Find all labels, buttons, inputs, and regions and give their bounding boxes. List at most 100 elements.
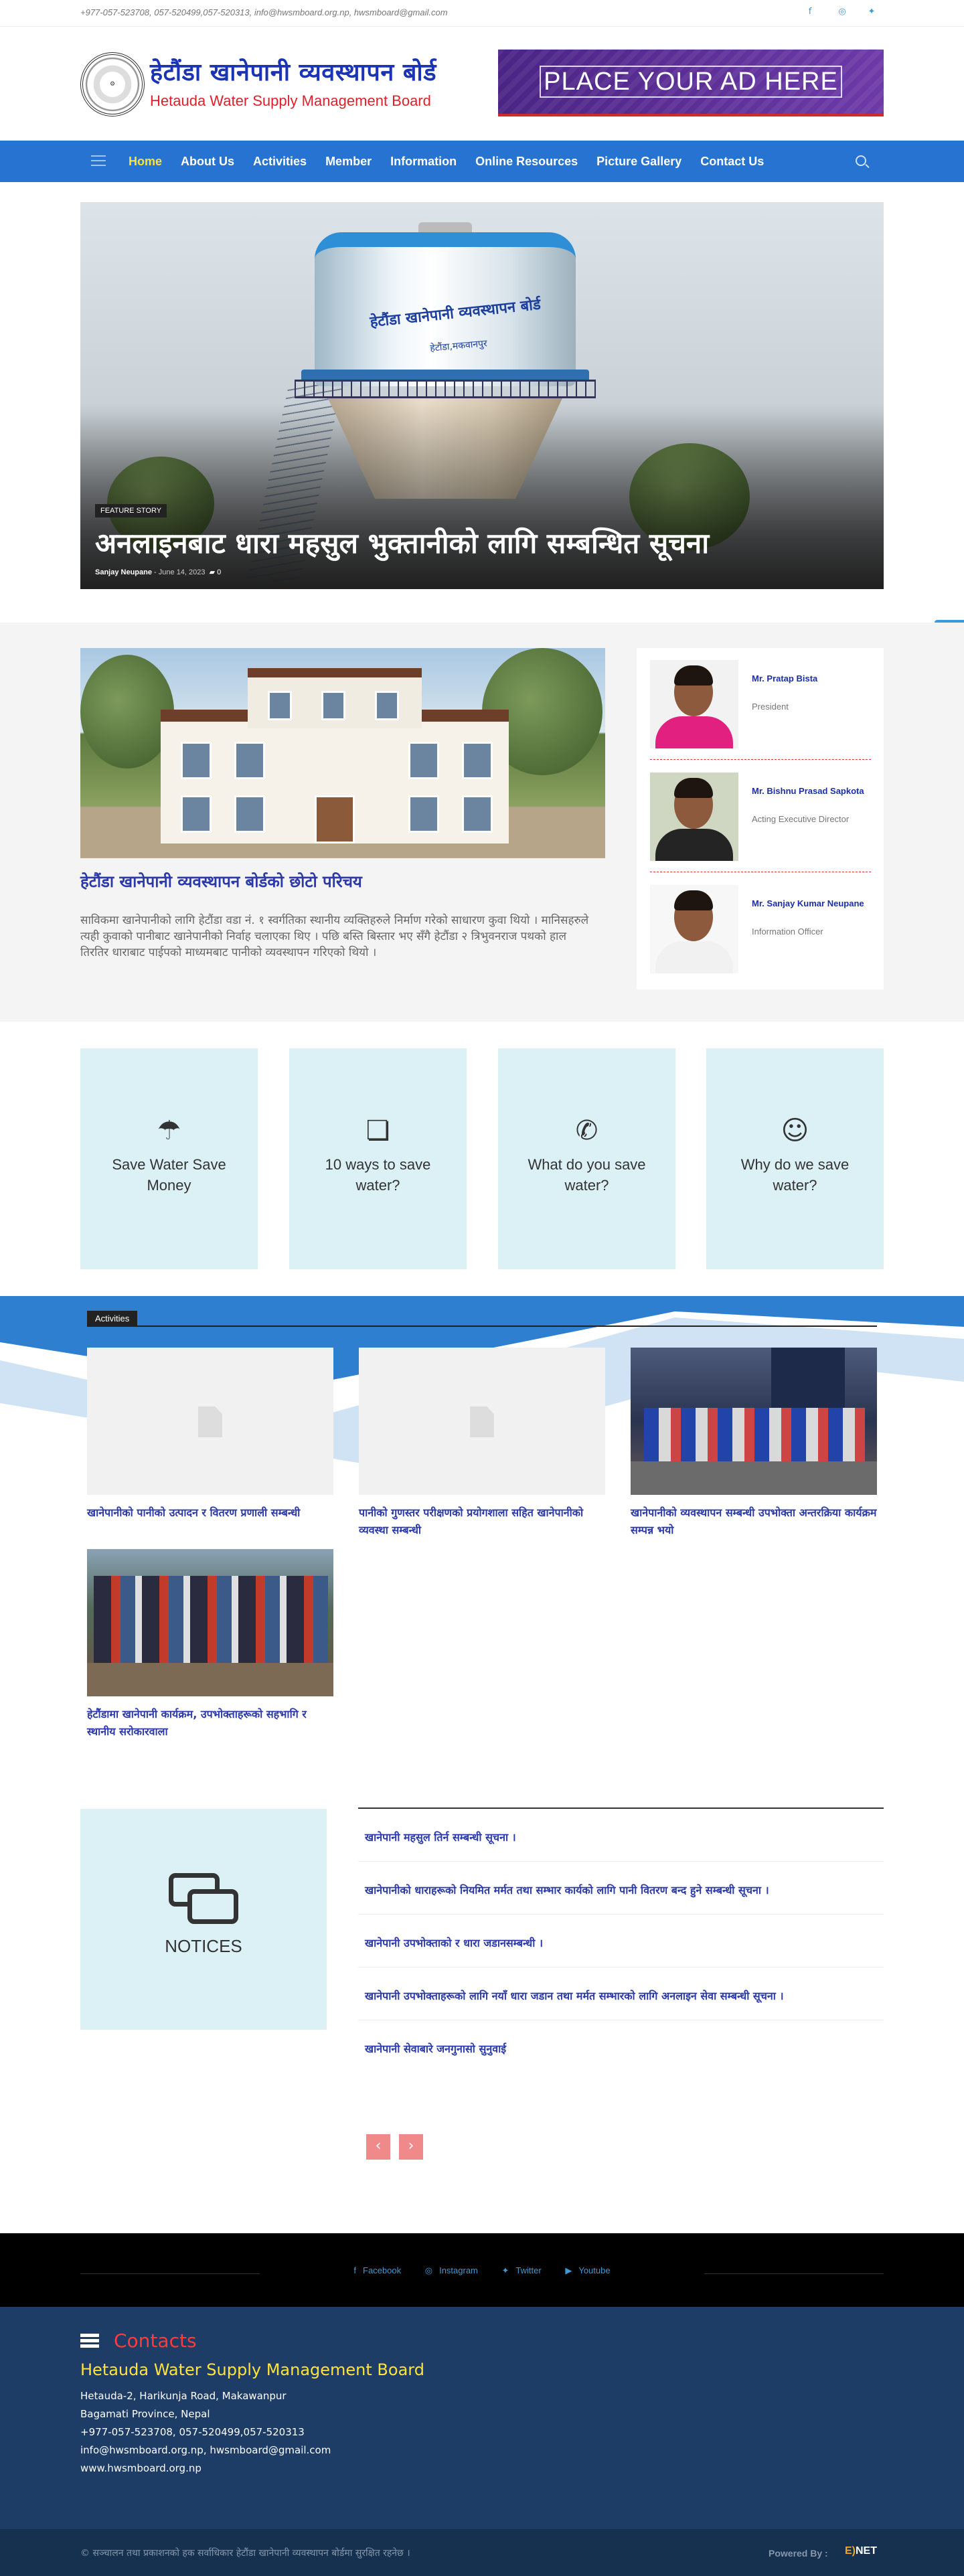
person-body [655,829,733,861]
contact-line: Hetauda-2, Harikunja Road, Makawanpur [80,2390,287,2402]
crowd-shape [644,1408,865,1461]
twitter-icon[interactable]: ✦ [865,7,878,17]
staff-role: President [752,702,789,712]
person-hair [674,665,713,686]
tip-title: Why do we save water? [740,1156,850,1194]
chat-bubbles-icon [169,1873,238,1927]
hero-meta: Sanjay Neupane - June 14, 2023 ▰ 0 [95,568,222,576]
person-body [655,941,733,973]
activity-title[interactable]: पानीको गुणस्तर परीक्षणको प्रयोगशाला सहित… [359,1504,605,1539]
powered-by-label: Powered By : [769,2548,828,2559]
document-icon [470,1406,494,1437]
social-label: Twitter [515,2265,542,2275]
notices-label: NOTICES [165,1936,242,1956]
activity-image[interactable] [359,1348,605,1495]
footer-social: f Facebook ◎ Instagram ✦ Twitter ▶ Youtube [0,2233,964,2307]
staff-card[interactable]: Mr. Sanjay Kumar Neupane Information Off… [650,873,871,973]
activity-image[interactable] [631,1348,877,1495]
crowd-shape [94,1576,328,1663]
social-label: Facebook [363,2265,402,2275]
ad-banner[interactable]: PLACE YOUR AD HERE [498,50,884,116]
notices-list: खानेपानी महसुल तिर्न सम्बन्धी सूचना । खा… [358,1807,884,2073]
nav-item-picture-gallery[interactable]: Picture Gallery [587,155,691,169]
menu-icon[interactable] [91,155,106,166]
copyright-text: © सञ्चालन तथा प्रकाशनको हक सर्वाधिकार हे… [80,2548,410,2559]
staff-panel: Mr. Pratap Bista President Mr. Bishnu Pr… [637,648,884,989]
prev-page-button[interactable]: ‹ [366,2134,390,2160]
logo-title-english[interactable]: Hetauda Water Supply Management Board [150,92,431,110]
tip-card[interactable]: ❏ 10 ways to save water? [289,1048,467,1269]
logo-title-nepali[interactable]: हेटौंडा खानेपानी व्यवस्थापन बोर्ड [150,55,436,88]
activity-image[interactable] [87,1348,333,1495]
staff-role: Information Officer [752,927,823,937]
tip-card[interactable]: ☺ Why do we save water? [706,1048,884,1269]
activity-image[interactable] [87,1549,333,1696]
ground-shape [87,1663,333,1696]
staff-name[interactable]: Mr. Sanjay Kumar Neupane [752,898,864,908]
top-bar: +977-057-523708, 057-520499,057-520313, … [0,0,964,27]
staff-card[interactable]: Mr. Bishnu Prasad Sapkota Acting Executi… [650,760,871,861]
facebook-icon[interactable]: f [803,7,817,17]
nav-item-online-resources[interactable]: Online Resources [466,155,587,169]
notice-item[interactable]: खानेपानीको धाराहरूको नियमित मर्मत तथा सम… [358,1862,884,1915]
feature-badge[interactable]: FEATURE STORY [95,504,167,517]
next-page-button[interactable]: › [399,2134,423,2160]
activity-title[interactable]: खानेपानीको पानीको उत्पादन र वितरण प्रणाल… [87,1504,333,1522]
notice-item[interactable]: खानेपानी सेवाबारे जनगुनासो सुनुवाई [358,2020,884,2073]
ad-text: PLACE YOUR AD HERE [540,66,842,98]
footer-facebook-link[interactable]: f Facebook [353,2265,401,2275]
notice-item[interactable]: खानेपानी महसुल तिर्न सम्बन्धी सूचना । [358,1809,884,1862]
nav-item-home[interactable]: Home [119,155,171,169]
contact-line[interactable]: www.hwsmboard.org.np [80,2462,202,2474]
footer-social-links: f Facebook ◎ Instagram ✦ Twitter ▶ Youtube [0,2265,964,2276]
rain-cloud-icon: ☂ [157,1115,181,1146]
developer-logo[interactable]: E)NET [845,2545,877,2557]
notices-box: NOTICES [80,1809,327,2030]
divider [650,759,871,760]
hero-comments[interactable]: 0 [217,568,221,576]
notice-item[interactable]: खानेपानी उपभोक्ताको र धारा जडानसम्बन्धी … [358,1915,884,1967]
nav-item-activities[interactable]: Activities [244,155,316,169]
office-building-image[interactable] [80,648,605,858]
contacts-org: Hetauda Water Supply Management Board [80,2360,424,2379]
contacts-heading: Contacts [114,2330,197,2352]
activities-header: Activities [87,1311,877,1327]
building-shape [161,710,509,843]
hero-date: June 14, 2023 [158,568,206,576]
tip-title: 10 ways to save water? [325,1156,431,1194]
notice-item[interactable]: खानेपानी उपभोक्ताहरूको लागि नयाँ धारा जड… [358,1967,884,2020]
staff-name[interactable]: Mr. Bishnu Prasad Sapkota [752,786,864,796]
footer-instagram-link[interactable]: ◎ Instagram [425,2265,478,2275]
main-nav: Home About Us Activities Member Informat… [0,141,964,182]
whatsapp-icon: ✆ [575,1115,598,1146]
tank-railing [295,380,596,398]
staff-name[interactable]: Mr. Pratap Bista [752,673,817,683]
contact-line: +977-057-523708, 057-520499,057-520313 [80,2426,305,2438]
about-title[interactable]: हेटौंडा खानेपानी व्यवस्थापन बोर्डको छोटो… [80,870,605,892]
tip-card[interactable]: ✆ What do you save water? [498,1048,675,1269]
nav-item-member[interactable]: Member [316,155,381,169]
hero-title[interactable]: अनलाइनबाट धारा महसुल भुक्तानीको लागि सम्… [95,524,865,562]
hero-feature[interactable]: हेटौंडा खानेपानी व्यवस्थापन बोर्ड हेटौंड… [80,202,884,589]
tip-card[interactable]: ☂ Save Water Save Money [80,1048,258,1269]
activity-title[interactable]: खानेपानीको व्यवस्थापन सम्बन्धी उपभोक्ता … [631,1504,877,1539]
person-hair [674,778,713,798]
building-upper [248,668,422,728]
footer-youtube-link[interactable]: ▶ Youtube [565,2265,610,2275]
staff-role: Acting Executive Director [752,814,850,824]
hero-author[interactable]: Sanjay Neupane [95,568,152,576]
nav-item-about-us[interactable]: About Us [171,155,244,169]
footer-twitter-link[interactable]: ✦ Twitter [502,2265,542,2275]
logo-seal[interactable]: ⚙ [80,52,145,116]
instagram-icon[interactable]: ◎ [835,7,849,17]
contact-line[interactable]: info@hwsmboard.org.np, hwsmboard@gmail.c… [80,2444,331,2456]
activities-heading[interactable]: Activities [87,1311,138,1326]
nav-item-contact-us[interactable]: Contact Us [691,155,773,169]
tree-image [80,655,174,769]
staff-photo [650,660,738,748]
nav-item-information[interactable]: Information [381,155,466,169]
activity-title[interactable]: हेटौंडामा खानेपानी कार्यक्रम, उपभोक्ताहर… [87,1706,333,1741]
tip-title: What do you save water? [528,1156,646,1194]
staff-card[interactable]: Mr. Pratap Bista President [650,648,871,748]
search-icon[interactable] [856,155,866,166]
